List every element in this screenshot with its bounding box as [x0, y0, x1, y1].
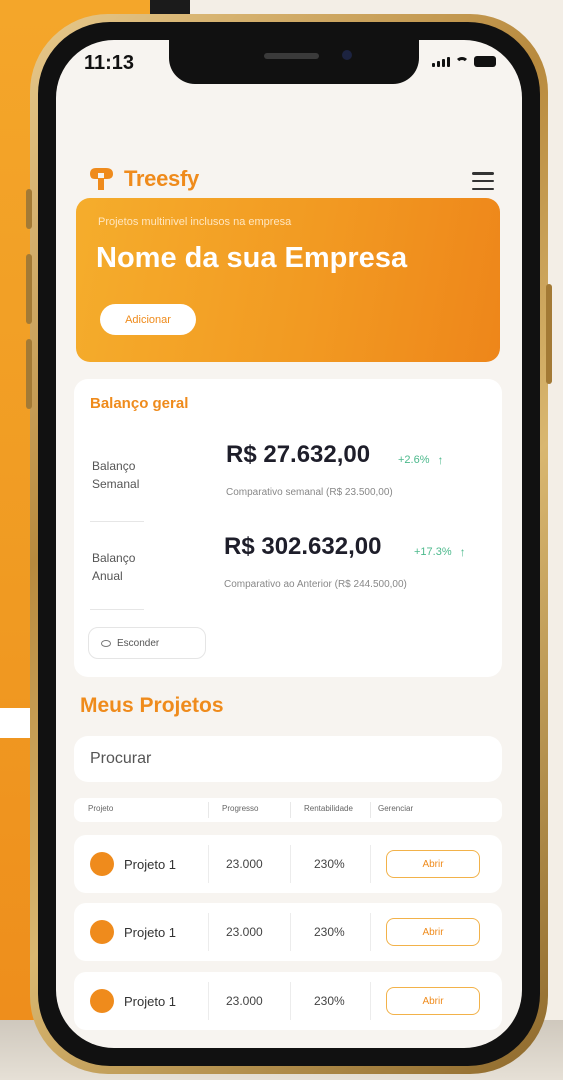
eye-icon [101, 639, 111, 647]
status-time: 11:13 [84, 52, 135, 74]
annual-balance-value: R$ 302.632,00 [224, 533, 382, 560]
project-value: 23.000 [226, 857, 263, 871]
projects-title: Meus Projetos [80, 694, 224, 717]
project-value: 23.000 [226, 994, 263, 1008]
project-dot-icon [90, 852, 114, 876]
project-percent: 230% [314, 857, 345, 871]
open-project-button[interactable]: Abrir [386, 918, 480, 946]
signal-icon [432, 57, 450, 67]
hide-label: Esconder [117, 637, 160, 649]
project-name: Projeto 1 [124, 857, 177, 872]
phone-volume-up-button [26, 254, 32, 324]
column-header: Gerenciar [378, 804, 414, 813]
phone-mute-button [26, 189, 32, 229]
phone-bezel: 11:13 Treesfy Projetos multinivel inclus… [38, 22, 540, 1066]
project-row: Projeto 1 23.000 230% Abrir [74, 835, 502, 893]
brand-logo[interactable]: Treesfy [86, 164, 199, 194]
project-name: Projeto 1 [124, 925, 177, 940]
weekly-balance-value: R$ 27.632,00 [226, 441, 371, 468]
search-input[interactable] [74, 736, 502, 782]
open-project-button[interactable]: Abrir [386, 987, 480, 1015]
project-name: Projeto 1 [124, 994, 177, 1009]
weekly-compare: Comparativo semanal (R$ 23.500,00) [226, 487, 393, 498]
phone-frame: 11:13 Treesfy Projetos multinivel inclus… [26, 14, 552, 1074]
balance-card: Balanço geral Balanço Semanal R$ 27.632,… [74, 379, 502, 677]
column-header: Progresso [222, 804, 259, 813]
weekly-change-text: +2.6% [398, 454, 430, 466]
hamburger-menu-icon[interactable] [472, 172, 494, 190]
project-percent: 230% [314, 994, 345, 1008]
banner-subtitle: Projetos multinivel inclusos na empresa [98, 216, 292, 228]
arrow-up-icon: ↑ [459, 545, 466, 559]
phone-volume-down-button [26, 339, 32, 409]
annual-change-text: +17.3% [414, 546, 452, 558]
annual-compare: Comparativo ao Anterior (R$ 244.500,00) [224, 579, 407, 590]
row-divider [90, 609, 144, 610]
project-row: Projeto 1 23.000 230% Abrir [74, 972, 502, 1030]
company-banner: Projetos multinivel inclusos na empresa … [76, 198, 500, 362]
company-name: Nome da sua Empresa [96, 242, 408, 274]
phone-power-button [546, 284, 552, 384]
balance-title: Balanço geral [90, 395, 189, 412]
wifi-icon [455, 57, 469, 67]
projects-table-header: Projeto Progresso Rentabilidade Gerencia… [74, 798, 502, 822]
brand-name: Treesfy [124, 166, 199, 191]
add-button[interactable]: Adicionar [100, 304, 196, 335]
annual-balance-label: Balanço Anual [92, 551, 136, 583]
project-dot-icon [90, 920, 114, 944]
column-header: Rentabilidade [304, 804, 353, 813]
weekly-balance-label: Balanço Semanal [92, 459, 140, 491]
phone-notch [169, 40, 419, 84]
annual-change: +17.3% ↑ [414, 545, 466, 559]
open-project-button[interactable]: Abrir [386, 850, 480, 878]
battery-icon [474, 56, 496, 67]
speaker-grille [264, 53, 319, 59]
project-row: Projeto 1 23.000 230% Abrir [74, 903, 502, 961]
column-header: Projeto [88, 804, 114, 813]
weekly-change: +2.6% ↑ [398, 453, 444, 467]
treesfy-logo-icon [90, 168, 113, 190]
project-percent: 230% [314, 925, 345, 939]
project-value: 23.000 [226, 925, 263, 939]
project-dot-icon [90, 989, 114, 1013]
row-divider [90, 521, 144, 522]
front-camera [342, 50, 352, 60]
hide-balance-button[interactable]: Esconder [88, 627, 206, 659]
arrow-up-icon: ↑ [437, 453, 444, 467]
phone-screen: 11:13 Treesfy Projetos multinivel inclus… [56, 40, 522, 1048]
status-icons [432, 56, 496, 67]
